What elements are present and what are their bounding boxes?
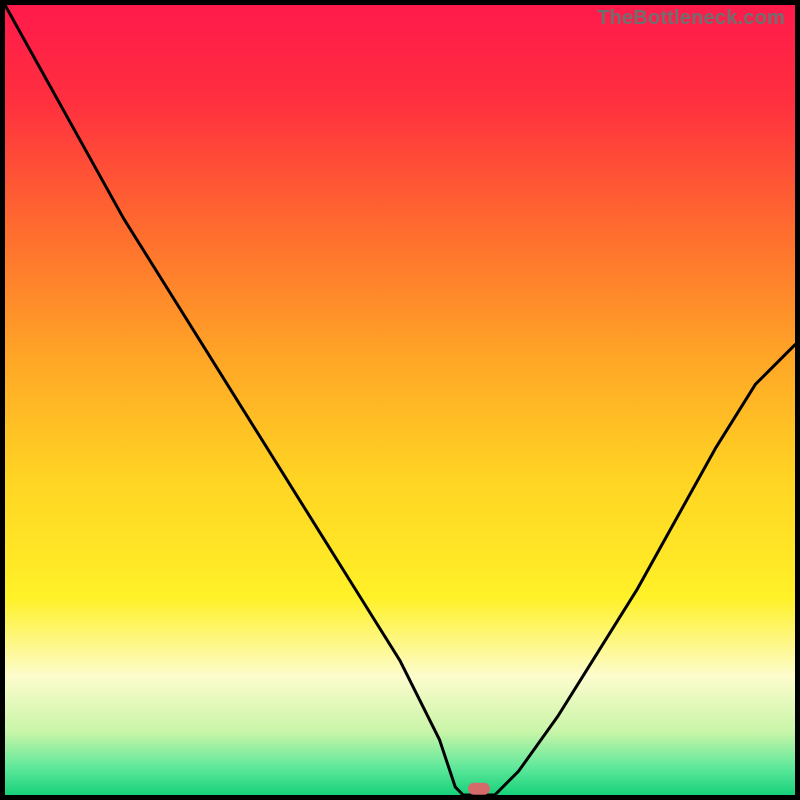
watermark-text: TheBottleneck.com [597,7,785,30]
gradient-background [5,5,795,795]
bottleneck-chart [5,5,795,795]
plot-area [5,5,795,795]
chart-frame: TheBottleneck.com [0,0,800,800]
optimum-marker [468,783,490,795]
